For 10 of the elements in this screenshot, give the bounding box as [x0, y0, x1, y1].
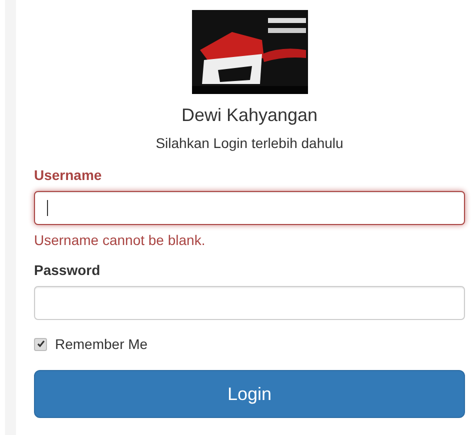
app-title: Dewi Kahyangan [181, 104, 318, 126]
field-label: Username [34, 166, 103, 184]
login-prompt: Silahkan Login terlebih dahulu [156, 134, 344, 152]
error-message: Username cannot be blank. [34, 231, 206, 249]
checkbox[interactable] [34, 338, 47, 350]
checkbox-label: Remember Me [55, 336, 148, 352]
input-field[interactable] [34, 191, 465, 225]
login-button[interactable]: Login [34, 370, 465, 418]
field-label: Password [34, 261, 102, 279]
checkmark-icon [36, 340, 44, 348]
